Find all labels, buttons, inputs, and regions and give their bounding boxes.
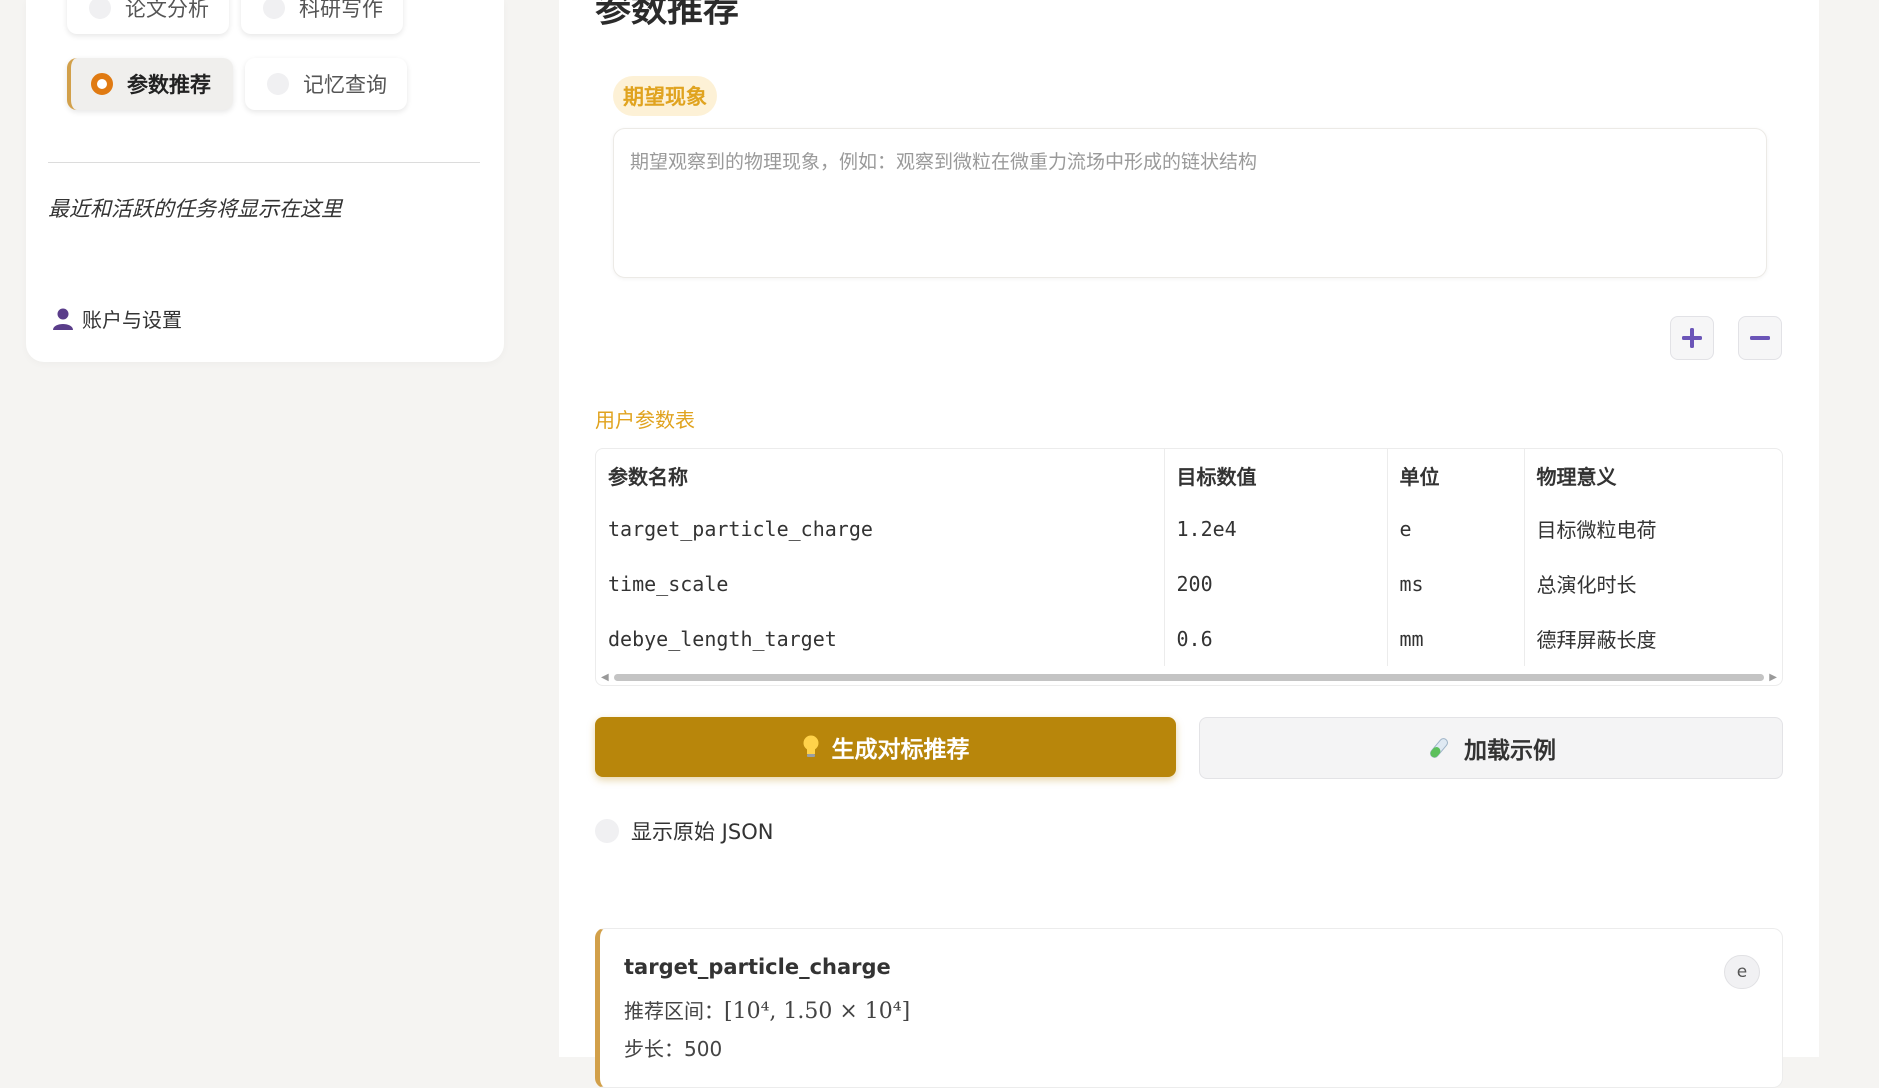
result-step: 步长：500 bbox=[624, 1033, 722, 1062]
result-step-label: 步长： bbox=[624, 1037, 684, 1061]
recommendation-result-card: target_particle_charge 推荐区间：[10⁴, 1.50 ×… bbox=[595, 928, 1783, 1088]
table-cell[interactable]: 1.2e4 bbox=[1164, 501, 1388, 556]
param-table-label: 用户参数表 bbox=[595, 408, 695, 432]
radio-selected-icon bbox=[91, 73, 113, 95]
table-cell[interactable]: ms bbox=[1387, 556, 1525, 611]
result-range: 推荐区间：[10⁴, 1.50 × 10⁴] bbox=[624, 995, 910, 1024]
phenomenon-input[interactable] bbox=[613, 128, 1767, 278]
load-example-button[interactable]: 加载示例 bbox=[1199, 717, 1783, 779]
nav-item-label: 参数推荐 bbox=[127, 73, 211, 97]
nav-item-label: 记忆查询 bbox=[303, 73, 387, 97]
sidebar: 论文分析 科研写作 参数推荐 记忆查询 最近和活跃的任务将显示在这里 账户与设置 bbox=[26, 0, 504, 362]
nav-item-research-writing[interactable]: 科研写作 bbox=[241, 0, 403, 34]
table-cell[interactable]: 200 bbox=[1164, 556, 1388, 611]
header-physical-meaning: 物理意义 bbox=[1536, 464, 1617, 489]
recent-tasks-placeholder: 最近和活跃的任务将显示在这里 bbox=[48, 197, 342, 221]
table-row: debye_length_target 0.6 mm 德拜屏蔽长度 bbox=[596, 611, 1782, 666]
table-cell[interactable]: 德拜屏蔽长度 bbox=[1524, 611, 1782, 666]
radio-icon bbox=[267, 73, 289, 95]
minus-icon bbox=[1750, 336, 1770, 340]
sidebar-divider bbox=[48, 162, 480, 163]
result-param-name: target_particle_charge bbox=[624, 955, 891, 979]
plus-icon bbox=[1682, 328, 1702, 348]
result-range-label: 推荐区间： bbox=[624, 999, 724, 1023]
show-raw-json-toggle[interactable]: 显示原始 JSON bbox=[595, 816, 773, 846]
header-unit: 单位 bbox=[1387, 449, 1525, 501]
param-table: 参数名称 目标数值 单位 物理意义 target_particle_charge… bbox=[595, 448, 1783, 686]
scroll-left-arrow-icon[interactable]: ◀ bbox=[601, 672, 609, 683]
header-param-name: 参数名称 bbox=[596, 449, 1165, 501]
table-header-row: 参数名称 目标数值 单位 物理意义 bbox=[596, 449, 1782, 501]
add-row-button[interactable] bbox=[1670, 316, 1714, 360]
table-cell[interactable]: 目标微粒电荷 bbox=[1524, 501, 1782, 556]
table-cell[interactable]: debye_length_target bbox=[596, 611, 1165, 666]
remove-row-button[interactable] bbox=[1738, 316, 1782, 360]
account-settings-label: 账户与设置 bbox=[82, 308, 182, 332]
result-step-value: 500 bbox=[684, 1037, 723, 1061]
table-cell[interactable]: 0.6 bbox=[1164, 611, 1388, 666]
nav-item-label: 科研写作 bbox=[299, 0, 383, 21]
toggle-knob[interactable] bbox=[595, 819, 619, 843]
show-raw-json-label: 显示原始 JSON bbox=[631, 820, 774, 844]
page-title: 参数推荐 bbox=[595, 0, 740, 30]
table-cell[interactable]: time_scale bbox=[596, 556, 1165, 611]
user-icon bbox=[53, 308, 73, 330]
table-cell[interactable]: mm bbox=[1387, 611, 1525, 666]
header-target-value: 目标数值 bbox=[1164, 449, 1388, 501]
table-cell[interactable]: target_particle_charge bbox=[596, 501, 1165, 556]
table-cell[interactable]: e bbox=[1387, 501, 1525, 556]
load-example-label: 加载示例 bbox=[1464, 738, 1556, 764]
result-range-value: [10⁴, 1.50 × 10⁴] bbox=[724, 999, 911, 1024]
nav-item-label: 论文分析 bbox=[125, 0, 209, 21]
unit-badge: e bbox=[1724, 955, 1760, 989]
nav-item-param-recommend[interactable]: 参数推荐 bbox=[67, 58, 233, 110]
radio-icon bbox=[263, 0, 285, 19]
generate-recommendation-button[interactable]: 生成对标推荐 bbox=[595, 717, 1176, 777]
table-horizontal-scrollbar[interactable]: ◀ ▶ bbox=[596, 669, 1782, 685]
scroll-right-arrow-icon[interactable]: ▶ bbox=[1769, 672, 1777, 683]
nav-item-memory-query[interactable]: 记忆查询 bbox=[245, 58, 407, 110]
table-cell[interactable]: 总演化时长 bbox=[1524, 556, 1782, 611]
account-settings-link[interactable]: 账户与设置 bbox=[52, 304, 182, 333]
lightbulb-icon bbox=[802, 735, 820, 759]
scrollbar-thumb[interactable] bbox=[614, 674, 1764, 681]
phenomenon-tag: 期望现象 bbox=[613, 76, 717, 116]
generate-recommendation-label: 生成对标推荐 bbox=[831, 737, 970, 763]
test-tube-icon bbox=[1426, 735, 1452, 761]
table-row: time_scale 200 ms 总演化时长 bbox=[596, 556, 1782, 611]
table-row: target_particle_charge 1.2e4 e 目标微粒电荷 bbox=[596, 501, 1782, 556]
radio-icon bbox=[89, 0, 111, 19]
main-panel: 参数推荐 期望现象 用户参数表 参数名称 目标数值 单位 物理意义 bbox=[559, 0, 1819, 1088]
nav-item-paper-analysis[interactable]: 论文分析 bbox=[67, 0, 229, 34]
